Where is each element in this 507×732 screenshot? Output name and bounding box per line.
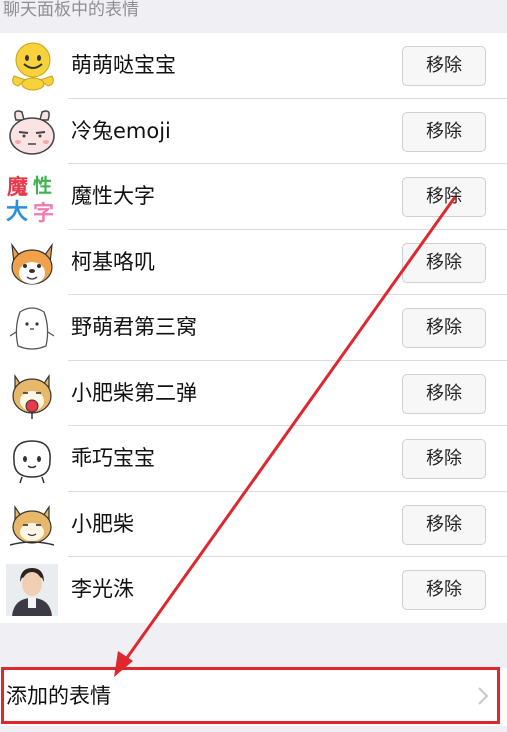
icon-char: 大 xyxy=(6,200,28,223)
smiley-baby-icon xyxy=(6,40,58,92)
sticker-name: 魔性大字 xyxy=(71,184,155,208)
remove-button[interactable]: 移除 xyxy=(402,570,486,610)
sticker-row: 萌萌哒宝宝 移除 xyxy=(0,33,507,99)
sticker-name: 冷兔emoji xyxy=(71,118,171,143)
section-header: 聊天面板中的表情 xyxy=(3,0,139,20)
remove-button[interactable]: 移除 xyxy=(402,504,486,545)
sticker-row: 冷兔emoji 移除 xyxy=(0,99,507,164)
sticker-row: 乖巧宝宝 移除 xyxy=(0,426,507,492)
sticker-row: 小肥柴第二弹 移除 xyxy=(0,361,507,426)
remove-button[interactable]: 移除 xyxy=(402,111,486,152)
remove-button[interactable]: 移除 xyxy=(402,177,486,217)
added-stickers-label: 添加的表情 xyxy=(6,684,111,708)
magic-big-text-icon: 魔 性 大 字 xyxy=(6,171,58,223)
shiba-icon xyxy=(6,499,58,551)
sticker-name: 柯基咯叽 xyxy=(71,249,155,274)
remove-button[interactable]: 移除 xyxy=(402,308,486,348)
sticker-row: 李光洙 移除 xyxy=(0,557,507,623)
remove-button[interactable]: 移除 xyxy=(402,242,486,283)
icon-char: 性 xyxy=(33,174,52,197)
sticker-row: 小肥柴 移除 xyxy=(0,492,507,557)
icon-char: 字 xyxy=(33,201,54,223)
sticker-row: 野萌君第三窝 移除 xyxy=(0,295,507,361)
shiba-lollipop-icon xyxy=(6,368,58,420)
icon-char: 魔 xyxy=(7,175,28,199)
chevron-right-icon xyxy=(478,687,489,705)
corgi-icon xyxy=(6,237,58,289)
remove-button[interactable]: 移除 xyxy=(402,439,486,479)
remove-button[interactable]: 移除 xyxy=(402,46,486,86)
sticker-name: 野萌君第三窝 xyxy=(71,315,197,339)
sticker-name: 小肥柴第二弹 xyxy=(71,380,197,405)
wild-cute-icon xyxy=(6,302,58,354)
sticker-row: 柯基咯叽 移除 xyxy=(0,230,507,295)
sticker-name: 乖巧宝宝 xyxy=(71,446,155,470)
sticker-list: 萌萌哒宝宝 移除 冷兔emoji 移除 魔 性 大 字 魔性大字 移除 柯基咯叽… xyxy=(0,33,507,623)
sticker-name: 萌萌哒宝宝 xyxy=(71,53,176,77)
added-stickers-row[interactable]: 添加的表情 xyxy=(0,668,507,726)
person-photo-icon xyxy=(6,564,58,616)
remove-button[interactable]: 移除 xyxy=(402,373,486,414)
sticker-row: 魔 性 大 字 魔性大字 移除 xyxy=(0,164,507,230)
cold-rabbit-icon xyxy=(6,106,58,158)
sticker-name: 小肥柴 xyxy=(71,511,134,536)
sticker-name: 李光洙 xyxy=(71,577,134,601)
good-baby-icon xyxy=(6,433,58,485)
